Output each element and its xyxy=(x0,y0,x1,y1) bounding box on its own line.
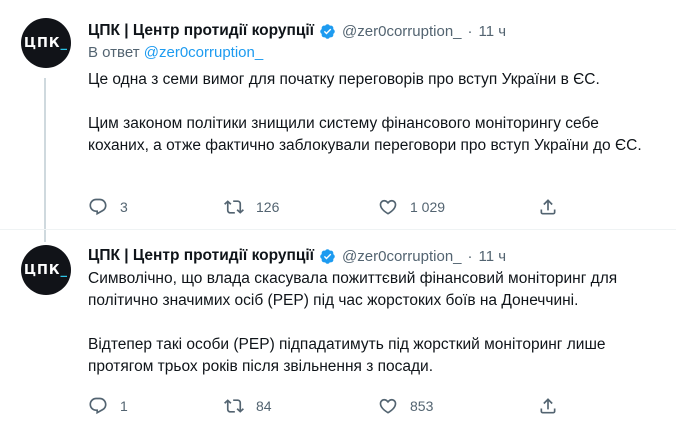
reply-count: 3 xyxy=(120,199,128,215)
reply-mention-link[interactable]: @zer0corruption_ xyxy=(144,44,263,61)
reply-button[interactable]: 1 xyxy=(88,394,128,418)
tweet-header: ЦПК | Центр протидії корупції @zer0corru… xyxy=(88,245,506,267)
tweet[interactable]: ЦПК _ ЦПК | Центр протидії корупції @zer0… xyxy=(0,0,676,230)
tweet-thread: ЦПК _ ЦПК | Центр протидії корупції @zer0… xyxy=(0,0,676,434)
avatar-logo-text: ЦПК xyxy=(23,35,61,51)
avatar-logo-accent: _ xyxy=(60,262,69,278)
tweet-text: Це одна з семи вимог для початку перегов… xyxy=(88,69,658,157)
reply-count: 1 xyxy=(120,398,128,414)
tweet[interactable]: ЦПК _ ЦПК | Центр протидії корупції @zer0… xyxy=(0,230,676,434)
like-count: 1 029 xyxy=(410,199,446,215)
retweet-button[interactable]: 84 xyxy=(224,394,272,418)
tweet-actions: 3 126 1 029 xyxy=(88,195,568,219)
tweet-paragraph: Це одна з семи вимог для початку перегов… xyxy=(88,71,600,88)
tweet-actions: 1 84 853 xyxy=(88,394,568,418)
display-name[interactable]: ЦПК | Центр протидії корупції xyxy=(88,22,314,40)
header-separator: · xyxy=(467,247,473,265)
share-button[interactable] xyxy=(538,195,558,219)
header-separator: · xyxy=(467,22,473,40)
timestamp[interactable]: 11 ч xyxy=(479,23,507,40)
retweet-icon xyxy=(224,399,244,413)
share-icon xyxy=(540,199,556,215)
heart-icon xyxy=(379,199,397,215)
like-button[interactable]: 1 029 xyxy=(378,195,445,219)
retweet-count: 126 xyxy=(256,199,280,215)
verified-badge-icon xyxy=(320,248,335,264)
tweet-paragraph: Символічно, що влада скасувала пожиттєви… xyxy=(88,270,618,309)
avatar[interactable]: ЦПК _ xyxy=(21,245,71,295)
avatar-logo-accent: _ xyxy=(60,35,69,51)
tweet-paragraph: Відтепер такі особи (PEP) підпадатимуть … xyxy=(88,336,606,375)
reply-context: В ответ @zer0corruption_ xyxy=(88,44,263,61)
display-name[interactable]: ЦПК | Центр протидії корупції xyxy=(88,247,314,265)
retweet-count: 84 xyxy=(256,398,272,414)
retweet-icon xyxy=(224,200,244,214)
retweet-button[interactable]: 126 xyxy=(224,195,279,219)
like-count: 853 xyxy=(410,398,434,414)
avatar-logo-text: ЦПК xyxy=(23,262,61,278)
handle[interactable]: @zer0corruption_ xyxy=(342,23,461,40)
timestamp[interactable]: 11 ч xyxy=(479,248,507,265)
reply-prefix: В ответ xyxy=(88,44,140,61)
reply-icon xyxy=(89,397,107,415)
tweet-header: ЦПК | Центр протидії корупції @zer0corru… xyxy=(88,20,506,42)
reply-icon xyxy=(89,198,107,216)
tweet-text: Символічно, що влада скасувала пожиттєви… xyxy=(88,268,658,378)
verified-badge-icon xyxy=(320,23,335,39)
share-button[interactable] xyxy=(538,394,558,418)
heart-icon xyxy=(379,398,397,414)
handle[interactable]: @zer0corruption_ xyxy=(342,248,461,265)
avatar[interactable]: ЦПК _ xyxy=(21,18,71,68)
reply-button[interactable]: 3 xyxy=(88,195,128,219)
share-icon xyxy=(540,398,556,414)
like-button[interactable]: 853 xyxy=(378,394,433,418)
tweet-paragraph: Цим законом політики знищили систему фін… xyxy=(88,115,642,154)
